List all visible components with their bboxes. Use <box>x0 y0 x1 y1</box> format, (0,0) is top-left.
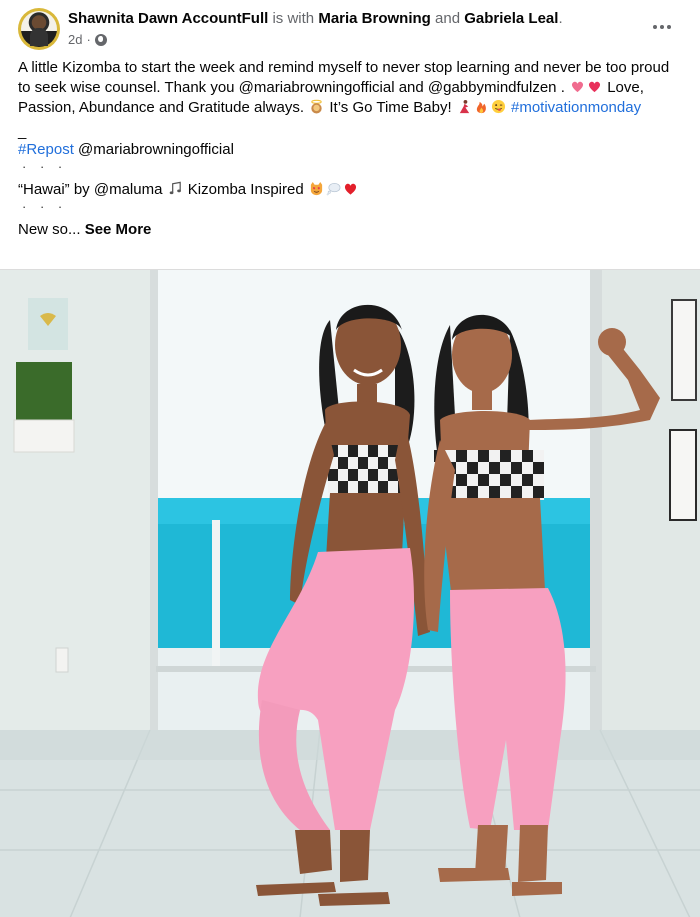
repost-line: #Repost @mariabrowningofficial <box>18 140 684 160</box>
message-paragraph-1: A little Kizomba to start the week and r… <box>18 59 670 116</box>
hashtag-motivationmonday-link[interactable]: #motivationmonday <box>511 99 641 116</box>
more-options-icon <box>653 25 657 29</box>
post-video[interactable] <box>0 269 700 917</box>
angel-emoji-icon <box>311 99 322 114</box>
dots-separator-1: · · · <box>22 159 68 174</box>
meta-separator: · <box>86 32 91 47</box>
with-text: is with <box>272 10 315 27</box>
post-header: Shawnita Dawn AccountFull is with Maria … <box>0 0 700 58</box>
wall-frame <box>671 299 697 401</box>
header-period: . <box>558 10 563 27</box>
dancer-emoji-icon <box>459 99 470 114</box>
music-notes-emoji-icon <box>169 181 181 195</box>
winking-tongue-emoji-icon <box>491 99 505 114</box>
wall-frame <box>669 429 697 521</box>
tagged-user-2-link[interactable]: Gabriela Leal <box>464 10 558 27</box>
dots-separator-2: · · · <box>22 199 68 214</box>
song-line: “Hawai” by @maluma Kizomba Inspired <box>18 180 684 200</box>
globe-icon <box>94 33 107 46</box>
heart-emoji-icon <box>588 81 601 93</box>
post-message: A little Kizomba to start the week and r… <box>18 58 684 240</box>
underscore-line: _ <box>18 123 27 140</box>
more-options-button[interactable] <box>648 15 676 39</box>
truncated-line: New so... See More <box>18 221 152 238</box>
author-avatar[interactable] <box>18 8 60 50</box>
red-heart-emoji-icon <box>344 183 356 195</box>
wall-outlet <box>55 647 69 673</box>
post-timestamp-link[interactable]: 2d <box>68 32 82 47</box>
post-header-text: Shawnita Dawn AccountFull is with Maria … <box>68 10 563 28</box>
post-meta: 2d · <box>68 32 107 47</box>
see-more-button[interactable]: See More <box>85 221 152 238</box>
grass-planter <box>16 362 72 420</box>
author-name-link[interactable]: Shawnita Dawn AccountFull <box>68 10 268 27</box>
and-text: and <box>435 10 461 27</box>
fire-emoji-icon <box>476 101 486 114</box>
repost-user: @mariabrowningofficial <box>78 141 234 158</box>
hashtag-repost-link[interactable]: #Repost <box>18 141 74 158</box>
heart-eyes-cat-emoji-icon <box>310 181 322 196</box>
facebook-post: Shawnita Dawn AccountFull is with Maria … <box>0 0 700 917</box>
tagged-user-1-link[interactable]: Maria Browning <box>318 10 431 27</box>
speech-bubble-emoji-icon <box>326 182 341 196</box>
dance-video-frame <box>0 270 700 917</box>
heart-emoji-icon <box>571 81 584 93</box>
